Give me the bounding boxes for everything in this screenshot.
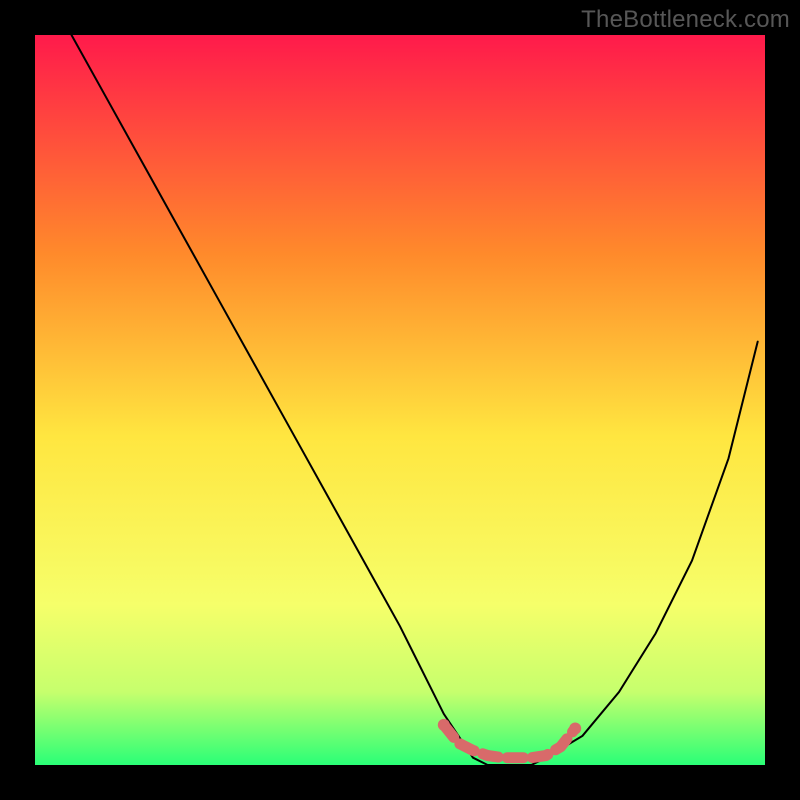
gradient-background <box>35 35 765 765</box>
highlight-end-dot <box>438 719 450 731</box>
watermark-text: TheBottleneck.com <box>581 6 790 34</box>
chart-frame: TheBottleneck.com <box>0 0 800 800</box>
bottleneck-chart-svg <box>35 35 765 765</box>
highlight-end-dot <box>569 723 581 735</box>
plot-area <box>35 35 765 765</box>
